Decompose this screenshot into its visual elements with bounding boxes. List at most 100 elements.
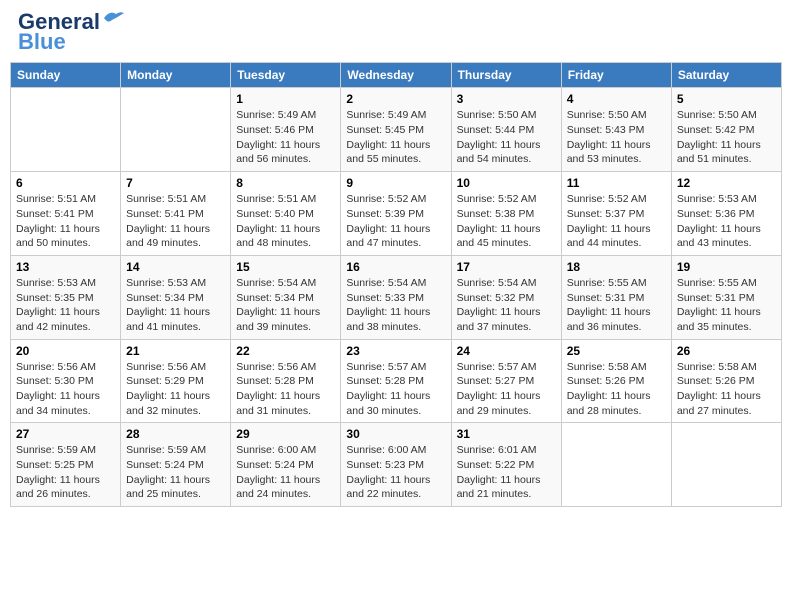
- day-info: Sunrise: 5:59 AM Sunset: 5:24 PM Dayligh…: [126, 443, 225, 502]
- calendar-cell: 1Sunrise: 5:49 AM Sunset: 5:46 PM Daylig…: [231, 88, 341, 172]
- day-number: 20: [16, 344, 115, 358]
- day-info: Sunrise: 5:52 AM Sunset: 5:39 PM Dayligh…: [346, 192, 445, 251]
- calendar-cell: 20 Sunrise: 5:56 AM Sunset: 5:30 PM Dayli…: [11, 339, 121, 423]
- calendar-week-row: 20 Sunrise: 5:56 AM Sunset: 5:30 PM Dayli…: [11, 339, 782, 423]
- day-info: Sunrise: 5:56 AM Sunset: 5:29 PM Dayligh…: [126, 360, 225, 419]
- day-info: Sunrise: 5:58 AM Sunset: 5:26 PM Dayligh…: [677, 360, 776, 419]
- calendar-cell: 4 Sunrise: 5:50 AM Sunset: 5:43 PM Daylig…: [561, 88, 671, 172]
- day-number: 27: [16, 427, 115, 441]
- weekday-header-monday: Monday: [121, 63, 231, 88]
- calendar-cell: 17 Sunrise: 5:54 AM Sunset: 5:32 PM Dayli…: [451, 255, 561, 339]
- calendar-cell: 30Sunrise: 6:00 AM Sunset: 5:23 PM Dayli…: [341, 423, 451, 507]
- day-info: Sunrise: 5:50 AM Sunset: 5:42 PM Dayligh…: [677, 108, 776, 167]
- day-number: 8: [236, 176, 335, 190]
- day-info: Sunrise: 5:50 AM Sunset: 5:43 PM Dayligh…: [567, 108, 666, 167]
- day-number: 12: [677, 176, 776, 190]
- day-info: Sunrise: 5:57 AM Sunset: 5:27 PM Dayligh…: [457, 360, 556, 419]
- calendar-cell: 18 Sunrise: 5:55 AM Sunset: 5:31 PM Dayli…: [561, 255, 671, 339]
- day-info: Sunrise: 5:51 AM Sunset: 5:40 PM Dayligh…: [236, 192, 335, 251]
- calendar-cell: 24Sunrise: 5:57 AM Sunset: 5:27 PM Dayli…: [451, 339, 561, 423]
- calendar-cell: 2 Sunrise: 5:49 AM Sunset: 5:45 PM Daylig…: [341, 88, 451, 172]
- day-number: 10: [457, 176, 556, 190]
- day-info: Sunrise: 5:59 AM Sunset: 5:25 PM Dayligh…: [16, 443, 115, 502]
- day-number: 5: [677, 92, 776, 106]
- day-number: 14: [126, 260, 225, 274]
- calendar-cell: 31Sunrise: 6:01 AM Sunset: 5:22 PM Dayli…: [451, 423, 561, 507]
- day-number: 4: [567, 92, 666, 106]
- day-number: 11: [567, 176, 666, 190]
- calendar-table: SundayMondayTuesdayWednesdayThursdayFrid…: [10, 62, 782, 507]
- day-info: Sunrise: 5:56 AM Sunset: 5:30 PM Dayligh…: [16, 360, 115, 419]
- calendar-cell: [561, 423, 671, 507]
- calendar-cell: 13 Sunrise: 5:53 AM Sunset: 5:35 PM Dayli…: [11, 255, 121, 339]
- calendar-week-row: 13 Sunrise: 5:53 AM Sunset: 5:35 PM Dayli…: [11, 255, 782, 339]
- calendar-cell: 25 Sunrise: 5:58 AM Sunset: 5:26 PM Dayli…: [561, 339, 671, 423]
- day-number: 21: [126, 344, 225, 358]
- day-number: 1: [236, 92, 335, 106]
- day-info: Sunrise: 5:57 AM Sunset: 5:28 PM Dayligh…: [346, 360, 445, 419]
- day-info: Sunrise: 6:01 AM Sunset: 5:22 PM Dayligh…: [457, 443, 556, 502]
- weekday-header-tuesday: Tuesday: [231, 63, 341, 88]
- day-number: 18: [567, 260, 666, 274]
- calendar-cell: 28 Sunrise: 5:59 AM Sunset: 5:24 PM Dayli…: [121, 423, 231, 507]
- day-info: Sunrise: 5:55 AM Sunset: 5:31 PM Dayligh…: [567, 276, 666, 335]
- day-number: 3: [457, 92, 556, 106]
- weekday-header-friday: Friday: [561, 63, 671, 88]
- day-number: 2: [346, 92, 445, 106]
- day-info: Sunrise: 5:50 AM Sunset: 5:44 PM Dayligh…: [457, 108, 556, 167]
- day-number: 17: [457, 260, 556, 274]
- day-info: Sunrise: 5:53 AM Sunset: 5:35 PM Dayligh…: [16, 276, 115, 335]
- calendar-cell: 7Sunrise: 5:51 AM Sunset: 5:41 PM Daylig…: [121, 172, 231, 256]
- day-info: Sunrise: 5:53 AM Sunset: 5:34 PM Dayligh…: [126, 276, 225, 335]
- calendar-cell: [671, 423, 781, 507]
- day-number: 26: [677, 344, 776, 358]
- day-info: Sunrise: 5:49 AM Sunset: 5:45 PM Dayligh…: [346, 108, 445, 167]
- calendar-week-row: 6Sunrise: 5:51 AM Sunset: 5:41 PM Daylig…: [11, 172, 782, 256]
- weekday-header-sunday: Sunday: [11, 63, 121, 88]
- calendar-cell: 29Sunrise: 6:00 AM Sunset: 5:24 PM Dayli…: [231, 423, 341, 507]
- day-info: Sunrise: 5:54 AM Sunset: 5:32 PM Dayligh…: [457, 276, 556, 335]
- calendar-cell: 15Sunrise: 5:54 AM Sunset: 5:34 PM Dayli…: [231, 255, 341, 339]
- page-header: General Blue: [10, 10, 782, 54]
- calendar-cell: 26 Sunrise: 5:58 AM Sunset: 5:26 PM Dayli…: [671, 339, 781, 423]
- calendar-cell: 22Sunrise: 5:56 AM Sunset: 5:28 PM Dayli…: [231, 339, 341, 423]
- day-number: 19: [677, 260, 776, 274]
- day-number: 28: [126, 427, 225, 441]
- logo: General Blue: [18, 10, 124, 54]
- calendar-cell: 8 Sunrise: 5:51 AM Sunset: 5:40 PM Daylig…: [231, 172, 341, 256]
- logo-blue-text: Blue: [18, 30, 66, 54]
- calendar-week-row: 27 Sunrise: 5:59 AM Sunset: 5:25 PM Dayli…: [11, 423, 782, 507]
- calendar-cell: 27 Sunrise: 5:59 AM Sunset: 5:25 PM Dayli…: [11, 423, 121, 507]
- day-info: Sunrise: 5:54 AM Sunset: 5:33 PM Dayligh…: [346, 276, 445, 335]
- day-number: 29: [236, 427, 335, 441]
- calendar-cell: 19 Sunrise: 5:55 AM Sunset: 5:31 PM Dayli…: [671, 255, 781, 339]
- calendar-header-row: SundayMondayTuesdayWednesdayThursdayFrid…: [11, 63, 782, 88]
- calendar-cell: 14 Sunrise: 5:53 AM Sunset: 5:34 PM Dayli…: [121, 255, 231, 339]
- weekday-header-saturday: Saturday: [671, 63, 781, 88]
- day-info: Sunrise: 5:58 AM Sunset: 5:26 PM Dayligh…: [567, 360, 666, 419]
- day-info: Sunrise: 5:55 AM Sunset: 5:31 PM Dayligh…: [677, 276, 776, 335]
- day-number: 13: [16, 260, 115, 274]
- day-number: 30: [346, 427, 445, 441]
- weekday-header-thursday: Thursday: [451, 63, 561, 88]
- calendar-cell: 3 Sunrise: 5:50 AM Sunset: 5:44 PM Daylig…: [451, 88, 561, 172]
- day-info: Sunrise: 5:53 AM Sunset: 5:36 PM Dayligh…: [677, 192, 776, 251]
- day-info: Sunrise: 5:52 AM Sunset: 5:38 PM Dayligh…: [457, 192, 556, 251]
- calendar-cell: [11, 88, 121, 172]
- calendar-cell: 5 Sunrise: 5:50 AM Sunset: 5:42 PM Daylig…: [671, 88, 781, 172]
- calendar-cell: 16 Sunrise: 5:54 AM Sunset: 5:33 PM Dayli…: [341, 255, 451, 339]
- weekday-header-wednesday: Wednesday: [341, 63, 451, 88]
- calendar-cell: 12 Sunrise: 5:53 AM Sunset: 5:36 PM Dayli…: [671, 172, 781, 256]
- calendar-cell: [121, 88, 231, 172]
- day-info: Sunrise: 5:56 AM Sunset: 5:28 PM Dayligh…: [236, 360, 335, 419]
- day-number: 25: [567, 344, 666, 358]
- calendar-cell: 23 Sunrise: 5:57 AM Sunset: 5:28 PM Dayli…: [341, 339, 451, 423]
- day-number: 15: [236, 260, 335, 274]
- calendar-cell: 21 Sunrise: 5:56 AM Sunset: 5:29 PM Dayli…: [121, 339, 231, 423]
- day-info: Sunrise: 5:51 AM Sunset: 5:41 PM Dayligh…: [126, 192, 225, 251]
- day-number: 16: [346, 260, 445, 274]
- calendar-cell: 9 Sunrise: 5:52 AM Sunset: 5:39 PM Daylig…: [341, 172, 451, 256]
- day-number: 23: [346, 344, 445, 358]
- day-number: 9: [346, 176, 445, 190]
- day-info: Sunrise: 5:51 AM Sunset: 5:41 PM Dayligh…: [16, 192, 115, 251]
